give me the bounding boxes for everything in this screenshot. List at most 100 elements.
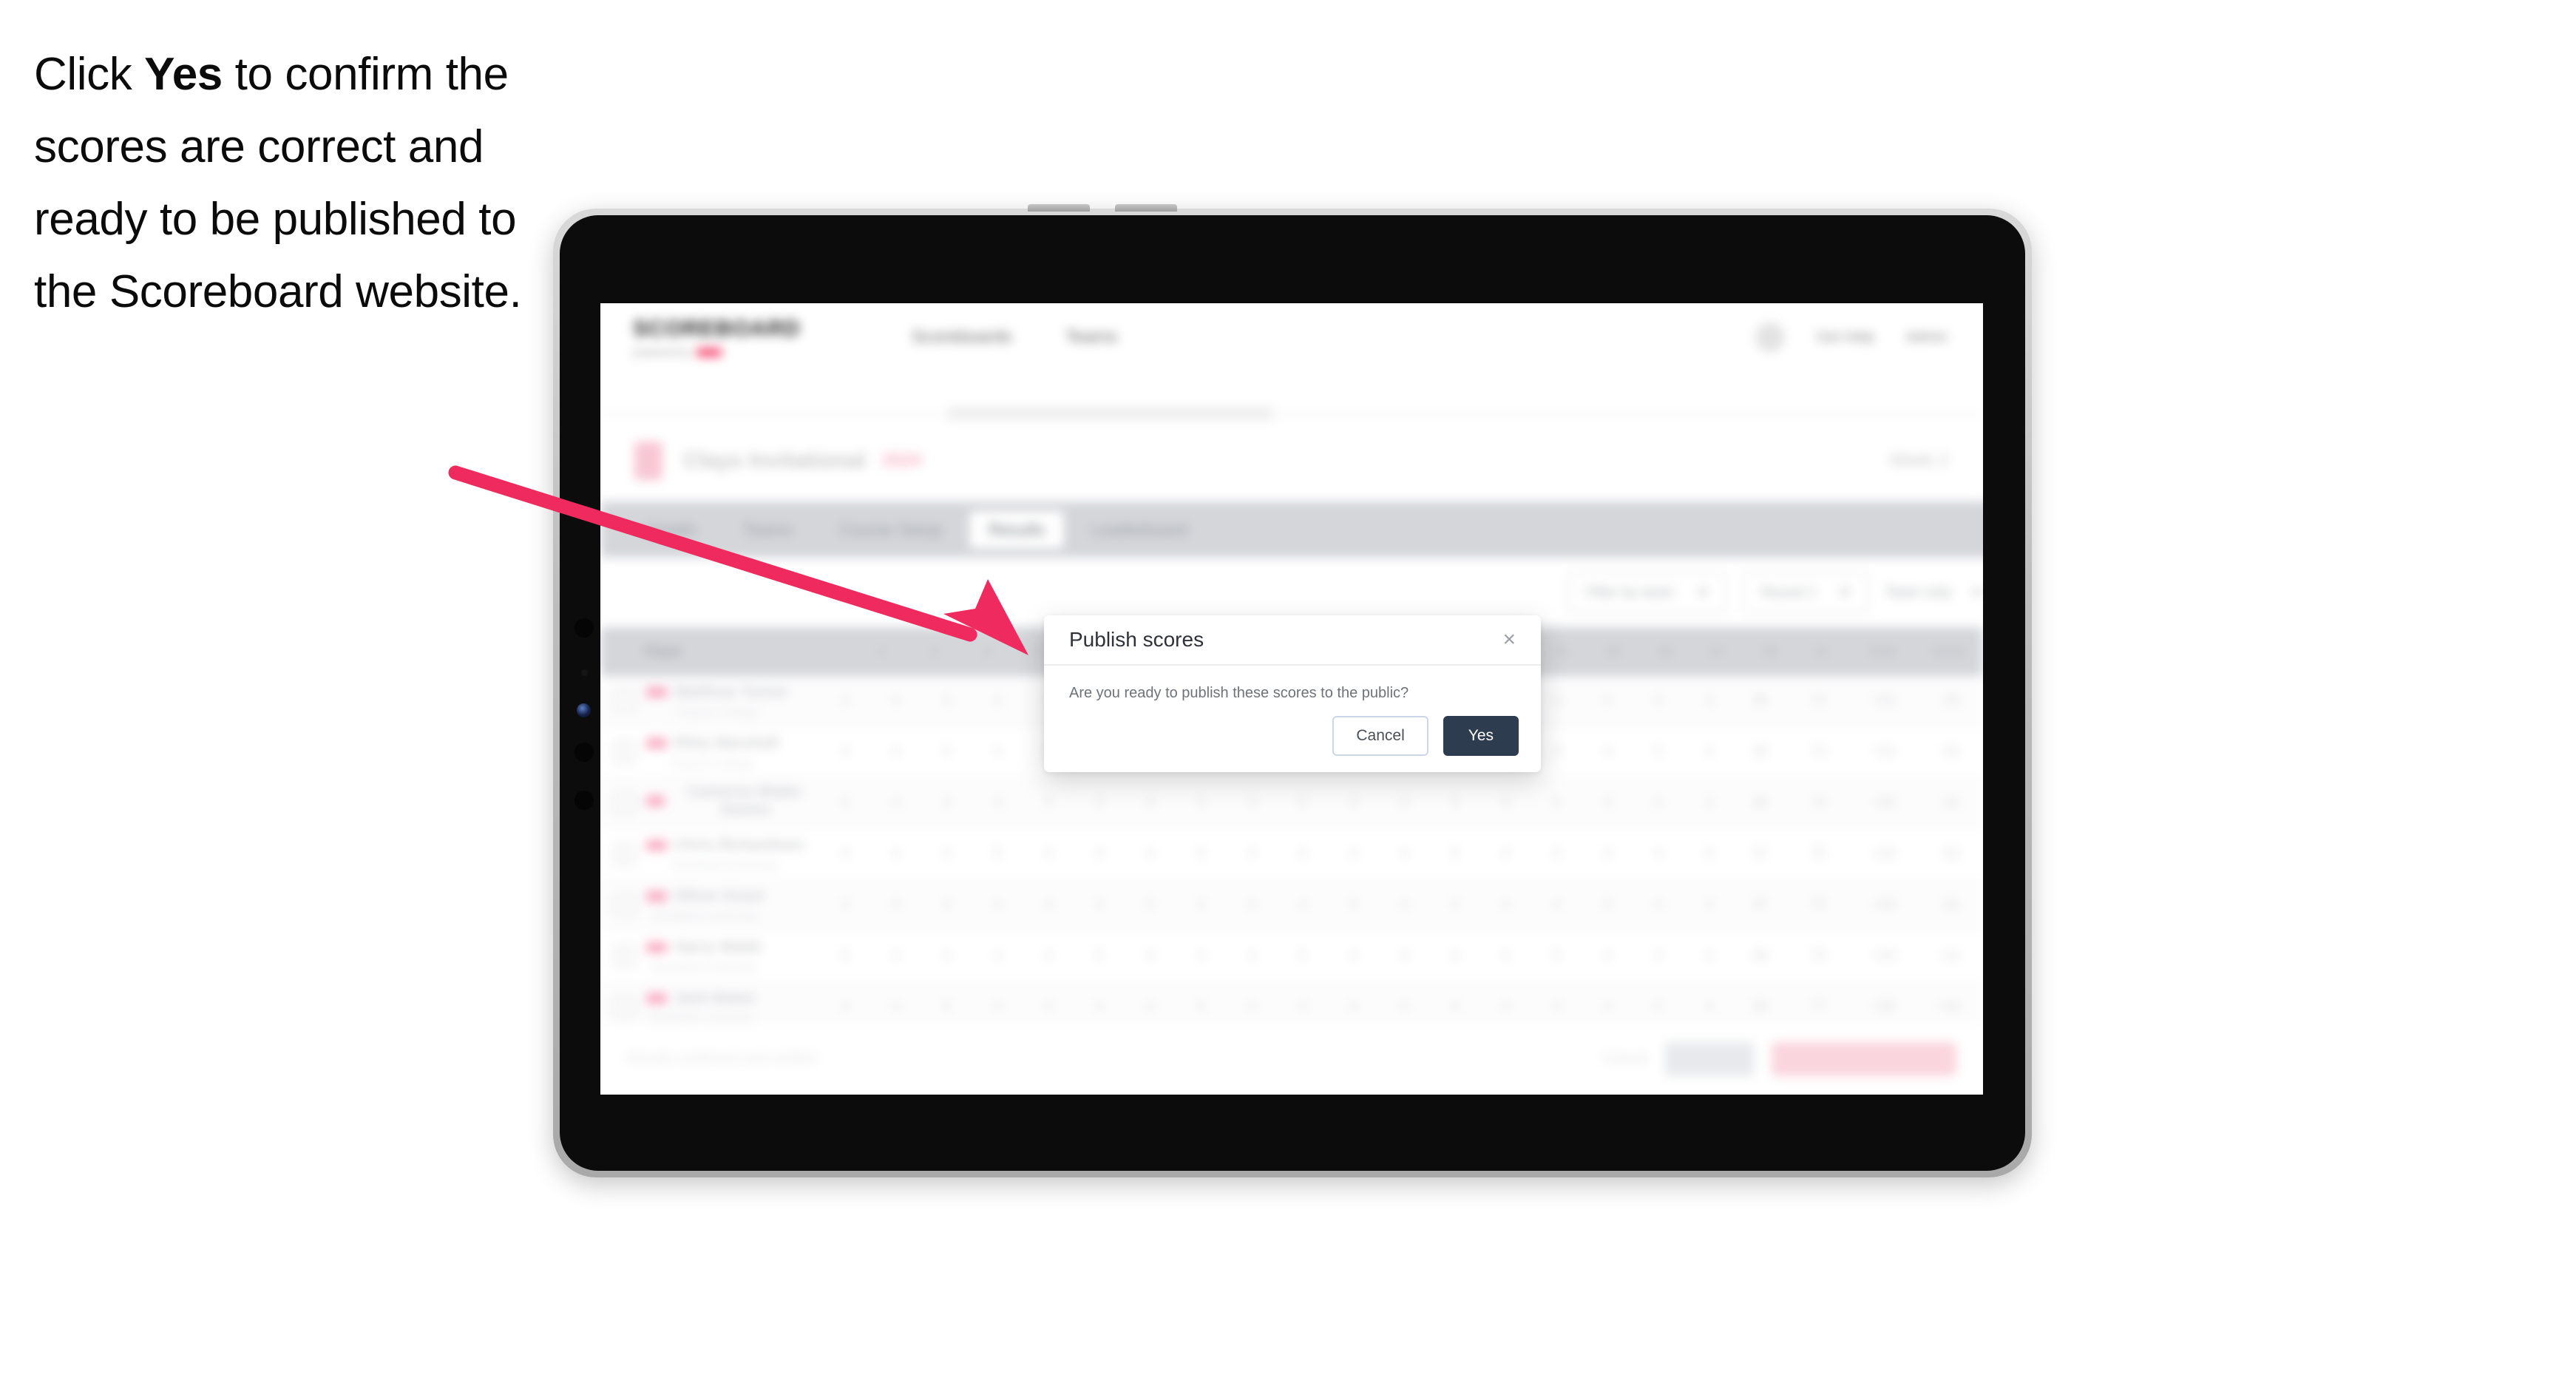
player-team: Northfield University	[652, 910, 759, 923]
player-team: Clayton College	[675, 706, 759, 719]
cancel-button[interactable]: Cancel	[1332, 716, 1428, 756]
hole-score: 4	[1603, 948, 1612, 964]
filter-team-select[interactable]: Filter by team	[1567, 572, 1727, 613]
tab-details[interactable]: Details	[626, 511, 716, 549]
hole-score: 4	[1146, 999, 1154, 1015]
avatar[interactable]	[1755, 322, 1786, 352]
hole-score: 4	[1502, 897, 1510, 913]
hole-score: 5	[1095, 948, 1103, 964]
hole-score: 4	[1247, 897, 1256, 913]
close-icon[interactable]: ×	[1502, 629, 1516, 651]
device-button-volume-down[interactable]	[1115, 204, 1177, 212]
nav-link-admin[interactable]: Admin	[1905, 329, 1948, 346]
table-row[interactable]: Chris Richardson Northfield University 4…	[600, 829, 1983, 880]
hole-score: 4	[1298, 897, 1306, 913]
row-checkbox[interactable]	[614, 996, 636, 1018]
hole-score: 4	[1654, 897, 1663, 913]
row-in: 38	[1752, 999, 1768, 1015]
hole-score: 5	[1400, 999, 1409, 1015]
player-name-top: Chris Richardson	[646, 836, 804, 854]
tab-bar: Details Teams Course Setup Results Leade…	[600, 501, 1983, 558]
hole-score: 5	[1603, 897, 1612, 913]
filter-team-only[interactable]: Team only	[1885, 584, 1983, 601]
hole-score: 5	[1451, 846, 1460, 862]
col-hole: 17	[1709, 644, 1724, 658]
col-hole: 18	[1762, 644, 1777, 658]
player-name-top: Riley Marshall	[646, 734, 779, 752]
modal-title: Publish scores	[1069, 628, 1204, 651]
player-team: Northfield University	[651, 961, 757, 974]
hole-score: 4	[1502, 846, 1510, 862]
player-cell: Jack Baker Northfield University	[600, 990, 820, 1026]
hole-score: 4	[1603, 999, 1612, 1015]
footer-save-button[interactable]	[1665, 1042, 1754, 1076]
hole-score: 5	[892, 693, 901, 709]
hole-score: 4	[1298, 999, 1306, 1015]
row-total: 72	[1810, 693, 1826, 709]
row-checkbox[interactable]	[614, 843, 636, 865]
filter-round-select[interactable]: Round 1	[1743, 572, 1868, 613]
player-name-block: Chris Richardson Northfield University	[646, 836, 804, 873]
modal-header: Publish scores ×	[1044, 615, 1541, 666]
hole-score: 4	[1095, 897, 1103, 913]
hole-score: 5	[1298, 795, 1306, 811]
hole-score: 4	[1146, 948, 1154, 964]
row-checkbox[interactable]	[614, 741, 636, 763]
hole-score: 4	[1451, 999, 1460, 1015]
nav-link-teams[interactable]: Teams	[1065, 327, 1118, 348]
brand-logo[interactable]: SCOREBOARD powered by	[633, 317, 801, 359]
row-checkbox[interactable]	[614, 894, 636, 916]
nav-link-get-help[interactable]: Get Help	[1816, 329, 1874, 346]
row-score-a: +03	[1872, 897, 1897, 913]
hole-score: 4	[841, 846, 850, 862]
col-player: Player	[645, 644, 683, 658]
hole-score: 5	[1553, 795, 1561, 811]
yes-button[interactable]: Yes	[1443, 716, 1519, 756]
tab-results[interactable]: Results	[969, 510, 1065, 549]
device-button-volume-up[interactable]	[1028, 204, 1090, 212]
tab-teams[interactable]: Teams	[723, 511, 812, 549]
nav-link-scoreboards[interactable]: Scoreboards	[912, 327, 1012, 348]
modal-actions: Cancel Yes	[1332, 716, 1519, 756]
player-name: Matthew Turner	[674, 683, 789, 700]
hole-score: 4	[1349, 948, 1358, 964]
microphone-icon	[581, 669, 588, 676]
col-score: Score	[1932, 644, 1966, 658]
player-badge-icon	[646, 890, 667, 902]
footer-publish-button[interactable]	[1772, 1042, 1956, 1076]
player-cell: Cameron Blake-Davies	[600, 783, 820, 824]
col-hole: 16	[1658, 644, 1672, 658]
row-checkbox[interactable]	[614, 945, 636, 967]
tab-leaderboard[interactable]: Leaderboard	[1071, 511, 1206, 549]
footer-cancel-link[interactable]: Cancel	[1604, 1051, 1647, 1067]
hole-score: 4	[1705, 999, 1713, 1015]
event-title-row: Clays Invitational 2024 Week 2	[600, 420, 1983, 501]
hole-score: 5	[1196, 999, 1205, 1015]
hole-score: 4	[1146, 795, 1154, 811]
chevron-down-icon-3	[1971, 589, 1983, 596]
hole-score: 4	[1603, 744, 1612, 760]
table-row[interactable]: Oliver Grant Northfield University 4 5 4…	[600, 880, 1983, 931]
row-score-b: -01	[1939, 744, 1961, 760]
row-checkbox[interactable]	[614, 792, 636, 814]
player-cell: Oliver Grant Northfield University	[600, 888, 820, 924]
tab-course-setup[interactable]: Course Setup	[819, 511, 962, 549]
hole-score: 4	[1451, 795, 1460, 811]
hole-score: 5	[1196, 846, 1205, 862]
row-score-b: -01	[1939, 846, 1961, 862]
hole-score: 4	[1502, 948, 1510, 964]
page-root: Click Yes to confirm the scores are corr…	[0, 0, 2576, 1386]
speaker-hole-icon	[574, 618, 594, 638]
row-checkbox[interactable]	[614, 690, 636, 712]
caption-bold-yes: Yes	[144, 49, 223, 100]
hole-score: 4	[892, 795, 901, 811]
row-total: 77	[1810, 999, 1826, 1015]
table-row[interactable]: Harry Webb Northfield University 5 4 4 4…	[600, 931, 1983, 982]
hole-score: 5	[943, 744, 951, 760]
hole-score: 4	[1705, 693, 1713, 709]
hole-score: 4	[1349, 795, 1358, 811]
player-name-top: Cameron Blake-Davies	[646, 783, 820, 819]
table-row[interactable]: Cameron Blake-Davies 5 4 4 4 5 4 4 4 3 5	[600, 778, 1983, 829]
hole-score: 4	[1196, 948, 1205, 964]
publish-scores-modal: Publish scores × Are you ready to publis…	[1044, 615, 1541, 772]
